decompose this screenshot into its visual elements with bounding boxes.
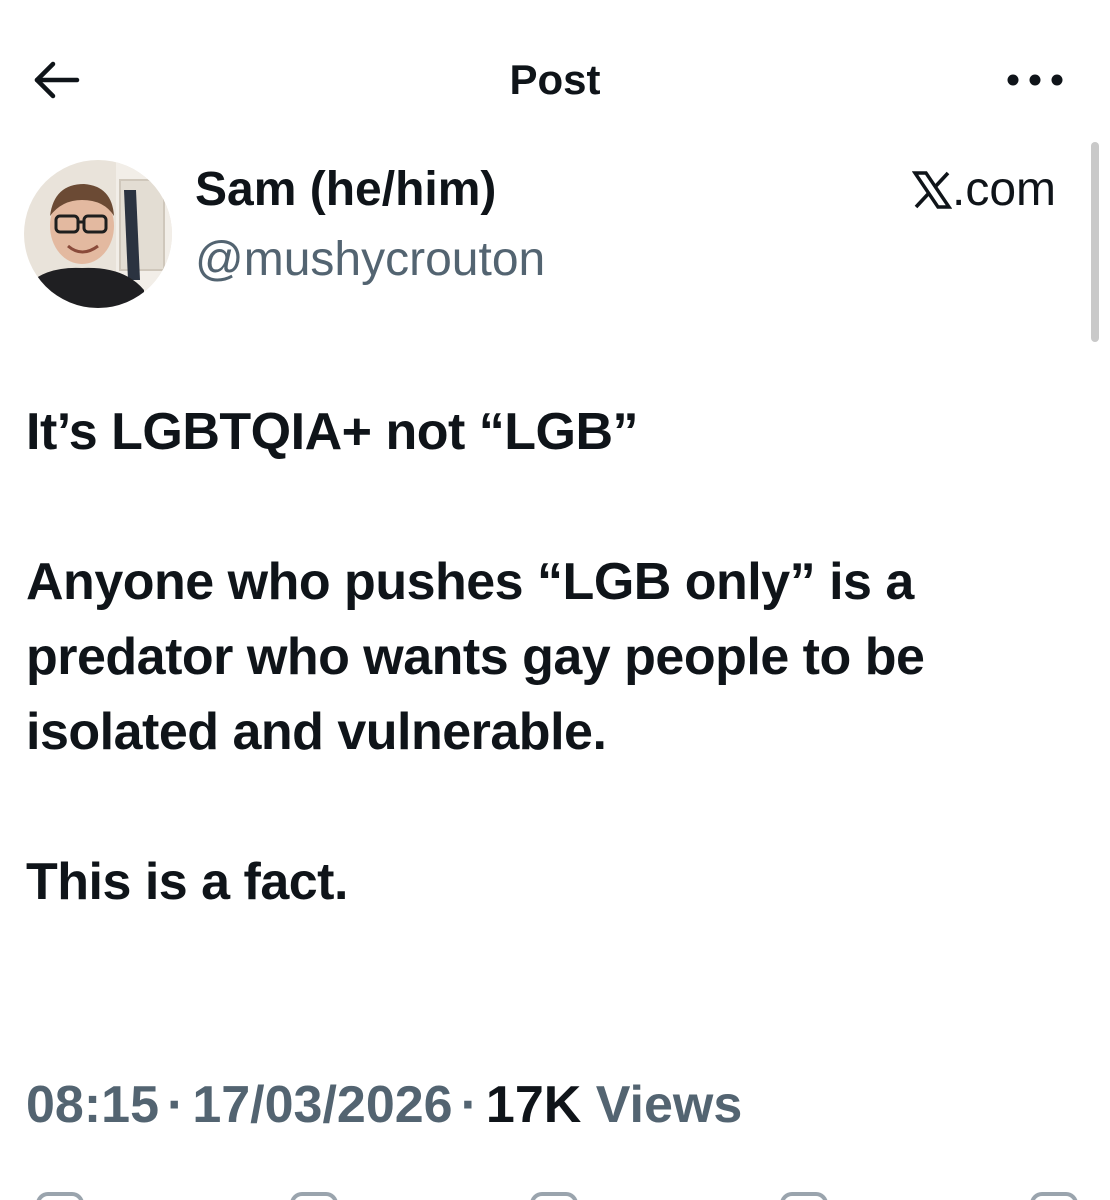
more-options-button[interactable] bbox=[1000, 52, 1070, 108]
views-label: Views bbox=[595, 1076, 743, 1134]
views-count[interactable]: 17K bbox=[486, 1076, 581, 1134]
repost-icon[interactable] bbox=[290, 1192, 338, 1200]
post-paragraph: It’s LGBTQIA+ not “LGB” bbox=[26, 403, 639, 461]
reply-icon[interactable] bbox=[36, 1192, 84, 1200]
source-domain: .com bbox=[951, 163, 1056, 216]
page-title: Post bbox=[509, 56, 601, 103]
top-navigation-bar: Post bbox=[0, 0, 1110, 160]
share-icon[interactable] bbox=[1030, 1192, 1078, 1200]
bookmark-icon[interactable] bbox=[780, 1192, 828, 1200]
author-display-name[interactable]: Sam (he/him) bbox=[195, 160, 496, 220]
post-paragraph: This is a fact. bbox=[26, 853, 348, 911]
action-bar bbox=[0, 1180, 1110, 1200]
post-metadata: 08:15 · 17/03/2026 · 17K Views bbox=[26, 1072, 742, 1138]
source-watermark: .com bbox=[911, 160, 1056, 220]
x-logo-icon bbox=[911, 160, 953, 220]
author-handle[interactable]: @mushycrouton bbox=[195, 230, 545, 290]
profile-photo bbox=[24, 160, 172, 308]
post-paragraph: Anyone who pushes “LGB only” is a predat… bbox=[26, 553, 925, 761]
like-icon[interactable] bbox=[530, 1192, 578, 1200]
more-horizontal-icon bbox=[1007, 74, 1063, 86]
separator: · bbox=[460, 1076, 478, 1134]
post-date[interactable]: 17/03/2026 bbox=[192, 1076, 452, 1134]
post-text: It’s LGBTQIA+ not “LGB” Anyone who pushe… bbox=[26, 395, 1076, 920]
post-time[interactable]: 08:15 bbox=[26, 1076, 159, 1134]
avatar[interactable] bbox=[24, 160, 172, 308]
separator: · bbox=[167, 1076, 185, 1134]
scrollbar[interactable] bbox=[1091, 142, 1099, 342]
